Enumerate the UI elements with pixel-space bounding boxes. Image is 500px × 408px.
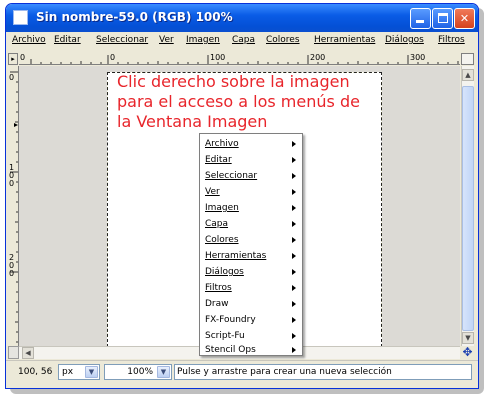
submenu-arrow-icon: [292, 347, 296, 353]
menu-item-label: Draw: [205, 299, 229, 309]
menu-ver[interactable]: Ver: [159, 35, 174, 45]
maximize-button[interactable]: [432, 8, 453, 29]
maximize-icon: [438, 13, 448, 23]
scroll-left-button[interactable]: ◀: [22, 347, 34, 359]
submenu-arrow-icon: [292, 221, 296, 227]
menu-filtros[interactable]: Filtros: [438, 35, 465, 45]
menu-capa[interactable]: Capa: [232, 35, 255, 45]
quick-mask-toggle[interactable]: [8, 346, 19, 359]
context-menu-item-script-fu[interactable]: Script-Fu: [200, 328, 302, 344]
submenu-arrow-icon: [292, 141, 296, 147]
title-bar[interactable]: Sin nombre-59.0 (RGB) 100% ✕: [6, 4, 478, 32]
menu-seleccionar[interactable]: Seleccionar: [96, 35, 148, 45]
context-menu-item-draw[interactable]: Draw: [200, 296, 302, 312]
menu-dialogos[interactable]: Diálogos: [385, 35, 424, 45]
submenu-arrow-icon: [292, 189, 296, 195]
menu-item-label: Diálogos: [205, 267, 244, 277]
context-menu-item-dialogos[interactable]: Diálogos: [200, 264, 302, 280]
close-button[interactable]: ✕: [454, 8, 475, 29]
context-menu-item-imagen[interactable]: Imagen: [200, 200, 302, 216]
unit-value: px: [62, 367, 74, 377]
chevron-down-icon[interactable]: ▼: [85, 366, 98, 378]
scroll-down-button[interactable]: ▼: [462, 332, 474, 344]
status-message: Pulse y arrastre para crear una nueva se…: [174, 364, 472, 380]
ruler-corner-menu-button[interactable]: ▸: [8, 53, 18, 65]
vruler-label: 100: [9, 163, 15, 188]
scroll-up-button[interactable]: ▲: [462, 69, 474, 81]
minimize-icon: [416, 20, 424, 23]
chevron-left-icon: ◀: [25, 349, 31, 357]
submenu-arrow-icon: [292, 301, 296, 307]
hruler-label: 0: [110, 53, 116, 62]
context-menu-item-colores[interactable]: Colores: [200, 232, 302, 248]
chevron-down-icon[interactable]: ▼: [157, 366, 170, 378]
hruler-label: 300: [410, 53, 426, 62]
menu-imagen[interactable]: Imagen: [186, 35, 220, 45]
submenu-arrow-icon: [292, 269, 296, 275]
menu-item-label: FX-Foundry: [205, 315, 256, 325]
zoom-select[interactable]: 100% ▼: [104, 364, 172, 380]
zoom-on-resize-button[interactable]: [461, 53, 474, 65]
pointer-coordinates: 100, 56: [18, 367, 53, 377]
submenu-arrow-icon: [292, 205, 296, 211]
chevron-up-icon: ▲: [465, 71, 471, 79]
context-menu-item-editar[interactable]: Editar: [200, 152, 302, 168]
menu-item-label: Script-Fu: [205, 331, 245, 341]
context-menu-item-fx-foundry[interactable]: FX-Foundry: [200, 312, 302, 328]
zoom-value: 100%: [127, 367, 153, 377]
submenu-arrow-icon: [292, 317, 296, 323]
navigate-icon[interactable]: ✥: [461, 346, 474, 359]
hruler-label: 0: [20, 53, 26, 62]
instruction-annotation: Clic derecho sobre la imagen para el acc…: [117, 72, 360, 131]
chevron-down-icon: ▼: [465, 334, 471, 342]
vruler-label: 0: [9, 73, 15, 82]
app-icon: [13, 10, 28, 25]
pointer-marker-icon: [14, 123, 18, 127]
menu-item-label: Herramientas: [205, 251, 267, 261]
menu-item-label: Ver: [205, 187, 220, 197]
context-menu-item-archivo[interactable]: Archivo: [200, 136, 302, 152]
menu-archivo[interactable]: Archivo: [12, 35, 46, 45]
minimize-button[interactable]: [410, 8, 431, 29]
unit-select[interactable]: px ▼: [58, 364, 100, 380]
context-menu: Archivo Editar Seleccionar Ver Imagen Ca…: [199, 133, 303, 356]
vertical-scroll-thumb[interactable]: [462, 86, 474, 331]
menu-item-label: Editar: [205, 155, 232, 165]
menu-item-label: Filtros: [205, 283, 232, 293]
menu-item-label: Seleccionar: [205, 171, 258, 181]
vertical-scrollbar[interactable]: ▲ ▼: [461, 66, 474, 346]
context-menu-item-stencil-ops[interactable]: Stencil Ops: [200, 344, 302, 356]
context-menu-item-herramientas[interactable]: Herramientas: [200, 248, 302, 264]
menu-herramientas[interactable]: Herramientas: [314, 35, 375, 45]
submenu-arrow-icon: [292, 237, 296, 243]
hruler-label: 100: [210, 53, 226, 62]
submenu-arrow-icon: [292, 253, 296, 259]
horizontal-ruler[interactable]: 0 0 100 200 300: [19, 53, 460, 65]
context-menu-item-ver[interactable]: Ver: [200, 184, 302, 200]
menu-colores[interactable]: Colores: [266, 35, 300, 45]
menu-item-label: Capa: [205, 219, 229, 229]
hruler-label: 200: [310, 53, 326, 62]
window-title: Sin nombre-59.0 (RGB) 100%: [36, 10, 233, 24]
submenu-arrow-icon: [292, 157, 296, 163]
vertical-ruler-ticks: [10, 71, 18, 343]
menu-item-label: Archivo: [205, 139, 239, 149]
menu-bar: Archivo Editar Seleccionar Ver Imagen Ca…: [6, 32, 478, 50]
submenu-arrow-icon: [292, 333, 296, 339]
menu-item-label: Colores: [205, 235, 239, 245]
menu-item-label: Imagen: [205, 203, 239, 213]
close-icon: ✕: [459, 12, 470, 25]
submenu-arrow-icon: [292, 173, 296, 179]
status-bar: 100, 56 px ▼ 100% ▼ Pulse y arrastre par…: [6, 360, 478, 382]
horizontal-ruler-ticks: [30, 55, 459, 64]
vertical-ruler[interactable]: 0 100 200: [8, 66, 19, 346]
vruler-label: 200: [9, 253, 15, 278]
menu-item-label: Stencil Ops: [205, 345, 256, 355]
context-menu-item-filtros[interactable]: Filtros: [200, 280, 302, 296]
submenu-arrow-icon: [292, 285, 296, 291]
menu-editar[interactable]: Editar: [54, 35, 81, 45]
context-menu-item-capa[interactable]: Capa: [200, 216, 302, 232]
context-menu-item-seleccionar[interactable]: Seleccionar: [200, 168, 302, 184]
